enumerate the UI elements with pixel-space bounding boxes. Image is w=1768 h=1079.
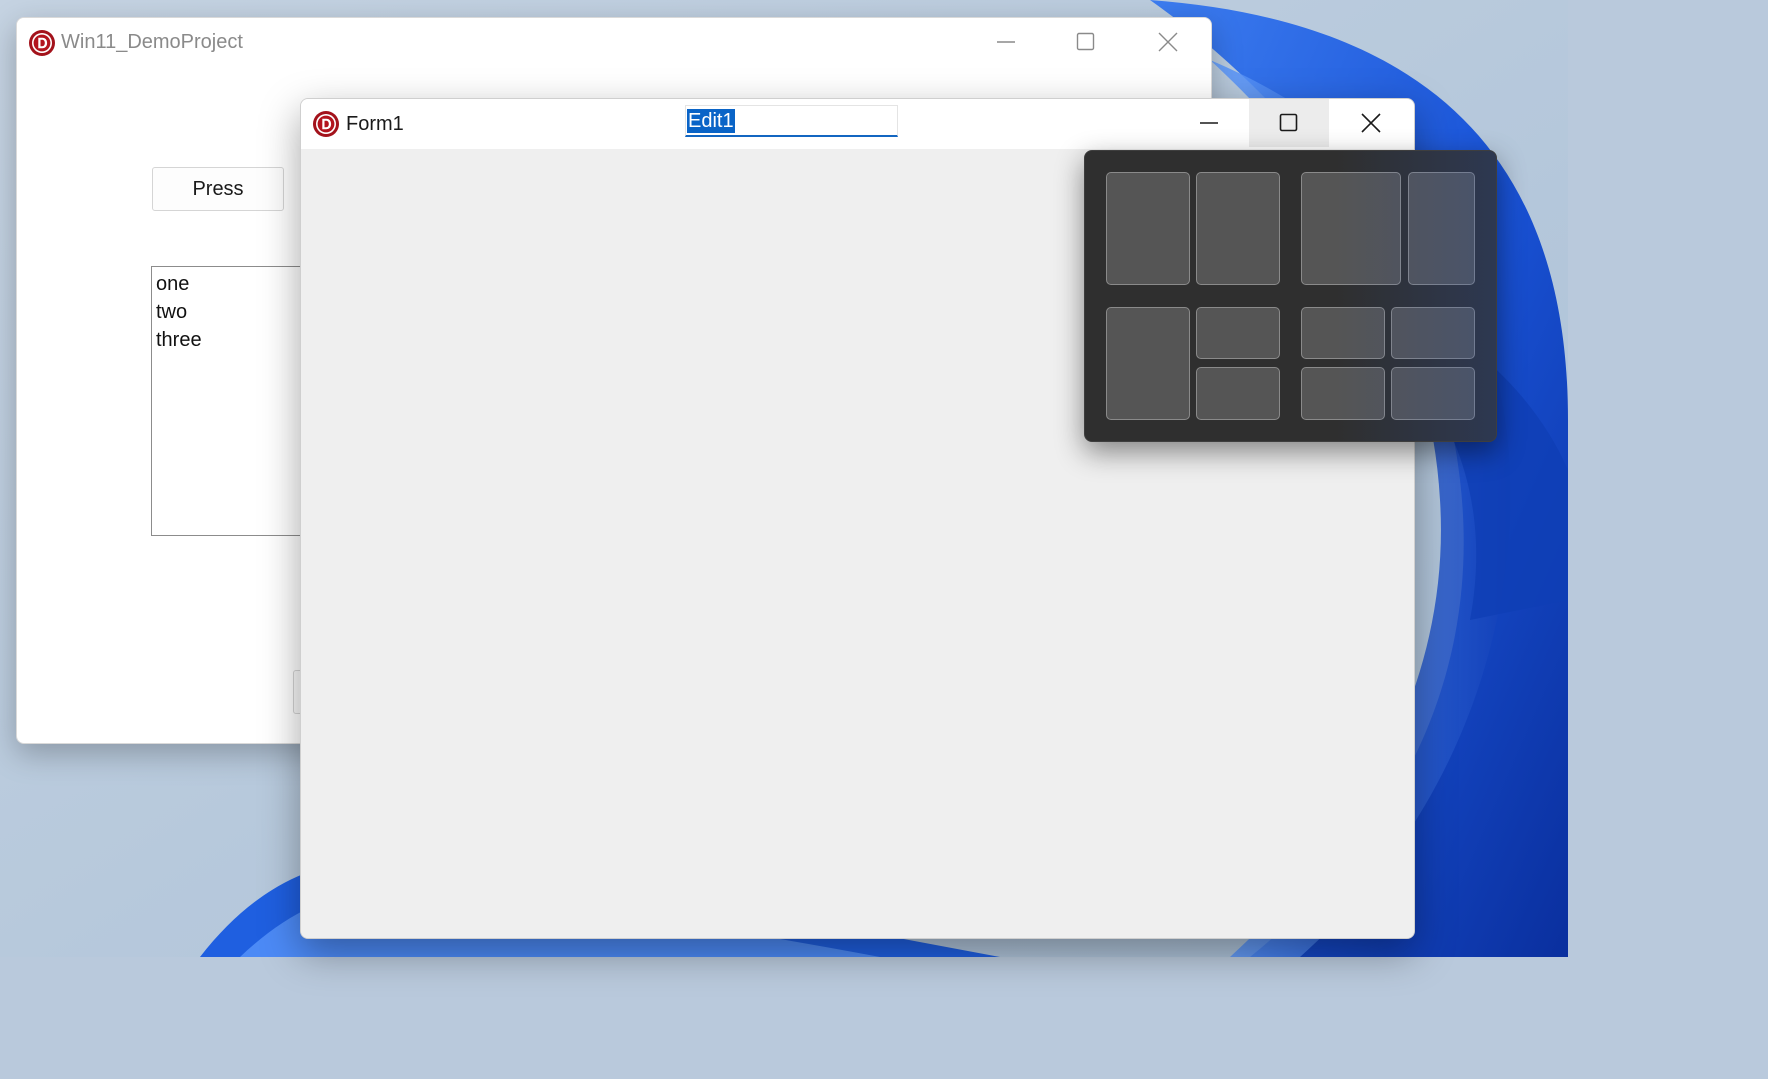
maximize-button[interactable]: [1046, 18, 1126, 66]
snap-zone[interactable]: [1301, 172, 1401, 285]
snap-zone[interactable]: [1391, 367, 1475, 420]
close-icon: [1361, 113, 1381, 133]
minimize-icon: [1200, 122, 1218, 124]
window-title: Form1: [346, 113, 404, 135]
title-bar[interactable]: Win11_DemoProject: [17, 18, 1211, 68]
minimize-button[interactable]: [1169, 99, 1249, 147]
close-button[interactable]: [1128, 18, 1208, 66]
snap-zone[interactable]: [1106, 307, 1190, 420]
close-icon: [1158, 32, 1178, 52]
minimize-icon: [997, 41, 1015, 43]
delphi-logo-icon: [29, 30, 55, 56]
edit1-input[interactable]: Edit1: [685, 105, 898, 137]
maximize-icon: [1279, 113, 1298, 132]
snap-zone[interactable]: [1196, 172, 1280, 285]
maximize-button[interactable]: [1249, 99, 1329, 147]
snap-zone[interactable]: [1391, 307, 1475, 359]
snap-zone[interactable]: [1106, 172, 1190, 285]
snap-zone[interactable]: [1301, 307, 1385, 359]
snap-zone[interactable]: [1408, 172, 1475, 285]
snap-zone[interactable]: [1196, 367, 1280, 420]
edit1-selected-text: Edit1: [687, 109, 735, 133]
minimize-button[interactable]: [966, 18, 1046, 66]
title-bar[interactable]: Form1 Edit1: [301, 99, 1414, 149]
snap-layouts-flyout: [1084, 150, 1497, 442]
close-button[interactable]: [1331, 99, 1411, 147]
snap-zone[interactable]: [1196, 307, 1280, 359]
press-button[interactable]: Press: [152, 167, 284, 211]
delphi-logo-icon: [313, 111, 339, 137]
maximize-icon: [1076, 32, 1095, 51]
window-title: Win11_DemoProject: [61, 31, 243, 53]
snap-zone[interactable]: [1301, 367, 1385, 420]
